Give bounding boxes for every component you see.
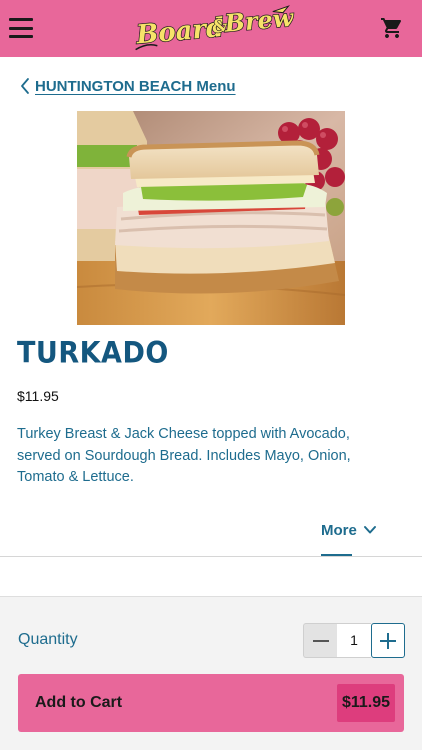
product-description: Turkey Breast & Jack Cheese topped with … [17, 426, 351, 485]
section-divider [0, 556, 422, 557]
shopping-cart-icon[interactable] [380, 16, 404, 40]
product-page: Board & Brew HUNTINGTON BEACH Menu TURKA… [0, 0, 422, 750]
product-title: TURKADO [17, 336, 169, 371]
quantity-label: Quantity [18, 631, 78, 648]
back-link-label: HUNTINGTON BEACH Menu [35, 77, 236, 95]
product-image [77, 111, 345, 325]
back-to-menu-link[interactable]: HUNTINGTON BEACH Menu [19, 74, 236, 98]
quantity-stepper: 1 [303, 623, 405, 658]
cart-total-badge: $11.95 [337, 684, 395, 722]
chevron-left-icon [21, 78, 29, 94]
top-bar: Board & Brew [0, 0, 422, 57]
decrease-quantity-button[interactable] [303, 623, 337, 658]
hamburger-menu-icon[interactable] [9, 18, 33, 38]
add-to-cart-button[interactable]: Add to Cart $11.95 [18, 674, 404, 732]
more-toggle[interactable]: More [321, 518, 377, 558]
quantity-value[interactable]: 1 [337, 623, 371, 658]
brand-logo[interactable]: Board & Brew [126, 3, 296, 53]
more-label: More [321, 522, 357, 539]
product-price: $11.95 [17, 388, 59, 404]
chevron-down-icon [363, 526, 376, 534]
increase-quantity-button[interactable] [371, 623, 405, 658]
add-to-cart-label: Add to Cart [35, 694, 123, 711]
